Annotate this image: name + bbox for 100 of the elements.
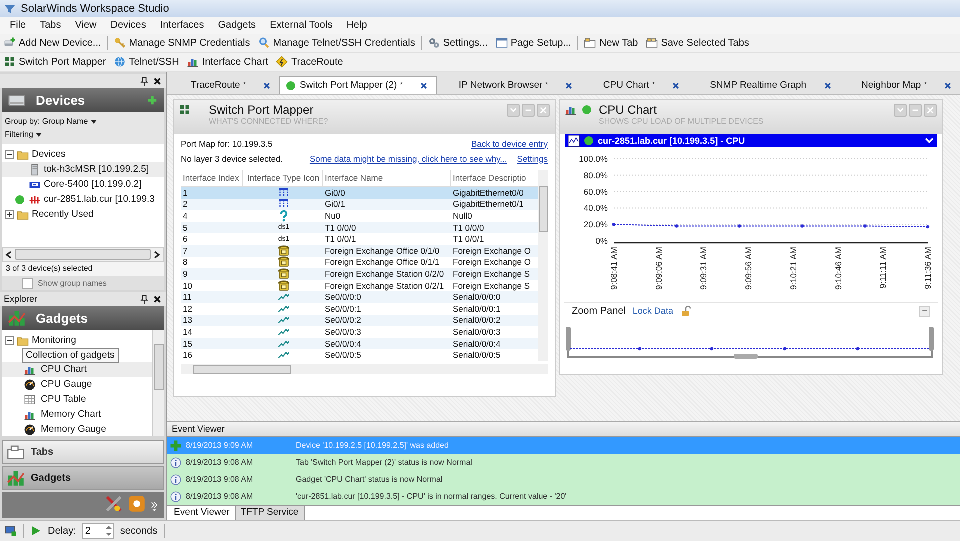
toolbar-button[interactable]: Switch Port Mapper (2, 54, 108, 70)
toolbar-button[interactable]: Page Setup... (494, 35, 574, 51)
tab[interactable]: SNMP Realtime Graph (688, 77, 840, 94)
settings-link[interactable]: Settings (517, 154, 548, 164)
table-cell-text: 9 (182, 268, 189, 279)
toolbar-button[interactable]: New Tab (582, 35, 640, 51)
horizontal-scrollbar[interactable] (2, 247, 164, 262)
close-icon[interactable] (263, 82, 272, 90)
toolbar-button[interactable]: Interface Chart (185, 54, 270, 70)
menu-item[interactable]: External Tools (263, 20, 340, 31)
gadget-item[interactable]: CPU Chart (2, 362, 152, 377)
event-row[interactable]: 8/19/2013 9:08 AM Gadget 'CPU Chart' status is now Normal (167, 471, 960, 488)
table-row[interactable]: 11 Se0/0/0:0 Serial0/0/0:0 (181, 291, 538, 303)
menu-item[interactable]: View (68, 20, 104, 31)
tab[interactable]: TFTP Service (236, 506, 305, 520)
toolbar-button[interactable]: Telnet/SSH (112, 54, 182, 70)
menu-item[interactable]: Interfaces (153, 20, 212, 31)
close-icon[interactable] (565, 82, 574, 90)
device-selector[interactable]: cur-2851.lab.cur [10.199.3.5] - CPU (565, 134, 937, 147)
expand-icon[interactable] (5, 210, 14, 219)
table-row[interactable]: 15 Se0/0/0:4 Serial0/0/0:4 (181, 338, 538, 350)
table-row[interactable]: 16 Se0/0/0:5 Serial0/0/0:5 (181, 349, 538, 361)
back-link[interactable]: Back to device entry (471, 138, 548, 148)
delay-spinner[interactable]: 2 (82, 523, 114, 539)
toolbar-button[interactable]: Save Selected Tabs (644, 35, 752, 51)
tools-icon[interactable] (105, 495, 123, 513)
gadget-item[interactable]: CPU Table (2, 392, 152, 407)
toolbar-button[interactable]: Manage SNMP Credentials (112, 35, 252, 51)
event-row[interactable]: 8/19/2013 9:08 AM Tab 'Switch Port Mapper (2)' status is now Normal (167, 454, 960, 471)
close-icon[interactable] (824, 82, 832, 90)
nav-button[interactable]: Gadgets (2, 466, 164, 490)
close-icon[interactable] (420, 82, 428, 90)
table-row[interactable]: 12 Se0/0/0:1 Serial0/0/0:1 (181, 302, 538, 315)
vertical-scrollbar[interactable] (152, 330, 164, 436)
column-header[interactable]: Interface Type Icon (243, 170, 323, 186)
tree-item[interactable]: Devices (32, 149, 66, 160)
nav-button[interactable]: Tabs (2, 440, 164, 464)
table-row[interactable]: 1 Gi0/0 GigabitEthernet0/0 (181, 187, 538, 199)
checkbox[interactable] (22, 278, 33, 288)
close-icon[interactable] (944, 82, 952, 90)
pin-icon[interactable] (140, 76, 149, 86)
tree-item[interactable]: Monitoring (32, 335, 76, 346)
scroll-left-icon[interactable] (5, 250, 13, 258)
missing-data-link[interactable]: Some data might be missing, click here to see why... (310, 154, 508, 164)
menu-item[interactable]: Tabs (33, 20, 68, 31)
tab[interactable]: Switch Port Mapper (2) $^{*}$ (279, 76, 437, 94)
horizontal-scrollbar[interactable] (181, 364, 548, 374)
event-row[interactable]: 8/19/2013 9:08 AM 'cur-2851.lab.cur [10.199.3.5] - CPU' is in normal ranges. Current value - '20' (167, 488, 960, 505)
collapse-icon[interactable] (5, 150, 14, 159)
tree-item-row[interactable]: Core-5400 [10.199.0.2] (2, 177, 164, 192)
table-row[interactable]: 13 Se0/0/0:2 Serial0/0/0:2 (181, 314, 538, 326)
menu-item[interactable]: Help (340, 20, 374, 31)
close-icon[interactable] (153, 76, 162, 86)
column-header[interactable]: Interface Descriptio (451, 170, 536, 186)
toolbar-button[interactable]: Manage Telnet/SSH Credentials (256, 35, 418, 51)
pin-icon[interactable] (140, 294, 149, 304)
toolbar-button[interactable]: TraceRoute (274, 54, 346, 70)
lock-data-link[interactable]: Lock Data (632, 306, 674, 316)
gadget-item[interactable]: CPU Gauge (2, 377, 152, 392)
tab[interactable]: TraceRoute $^{*}$ (169, 77, 280, 94)
group-by-dropdown[interactable]: Group by: Group Name (5, 117, 98, 126)
add-icon[interactable] (147, 94, 158, 106)
monitor-icon[interactable] (5, 525, 17, 537)
chevron-icon[interactable] (151, 501, 158, 513)
table-cell-text: 4 (182, 210, 189, 221)
gadget-item[interactable]: Memory Chart (2, 407, 152, 422)
toolbar-button[interactable]: Settings... (426, 35, 490, 51)
tab[interactable]: CPU Chart $^{*}$ (581, 77, 688, 94)
tree-item[interactable]: Recently Used (32, 209, 94, 220)
vertical-scrollbar[interactable] (538, 170, 548, 361)
app-icon[interactable] (128, 495, 146, 513)
table-row[interactable]: 9 Foreign Exchange Station 0/2/0 Foreign Exchange S (181, 268, 538, 280)
scroll-right-icon[interactable] (153, 250, 161, 258)
toolbar-button[interactable]: Add New Device... (2, 35, 104, 51)
gadget-item[interactable]: Memory Gauge (2, 422, 152, 437)
close-icon[interactable] (153, 294, 162, 304)
spin-arrows-icon[interactable] (105, 524, 114, 538)
pane-title: Devices (36, 92, 86, 108)
table-row[interactable]: 8 Foreign Exchange Office 0/1/1 Foreign Exchange O (181, 256, 538, 268)
table-row[interactable]: 4 Nu0 Null0 (181, 210, 538, 222)
menu-item[interactable]: Devices (104, 20, 154, 31)
column-header[interactable]: Interface Index (181, 170, 243, 186)
tab[interactable]: Neighbor Map $^{*}$ (840, 77, 960, 94)
filtering-dropdown[interactable]: Filtering (5, 130, 42, 139)
close-icon[interactable] (672, 82, 680, 90)
menu-item[interactable]: Gadgets (211, 20, 264, 31)
table-row[interactable]: 2 Gi0/1 GigabitEthernet0/1 (181, 198, 538, 210)
delay-label: Delay: (48, 526, 76, 536)
table-row[interactable]: 7 Foreign Exchange Office 0/1/0 Foreign Exchange O (181, 244, 538, 257)
collapse-icon[interactable] (5, 336, 14, 345)
play-icon[interactable] (30, 525, 42, 537)
table-row[interactable]: 14 Se0/0/0:3 Serial0/0/0:3 (181, 326, 538, 338)
tree-item-row[interactable]: cur-2851.lab.cur [10.199.3 (2, 192, 164, 207)
menu-item[interactable]: File (3, 20, 34, 31)
tab[interactable]: IP Network Browser $^{*}$ (436, 77, 582, 94)
tree-item-row[interactable]: tok-h3cMSR [10.199.2.5] (2, 162, 164, 177)
column-header[interactable]: Interface Name (323, 170, 451, 186)
table-row[interactable]: 10 Foreign Exchange Station 0/2/1 Foreign Exchange S (181, 280, 538, 292)
collapse-button[interactable] (919, 306, 930, 316)
port-map-label: Port Map for: 10.199.3.5 (181, 138, 273, 148)
